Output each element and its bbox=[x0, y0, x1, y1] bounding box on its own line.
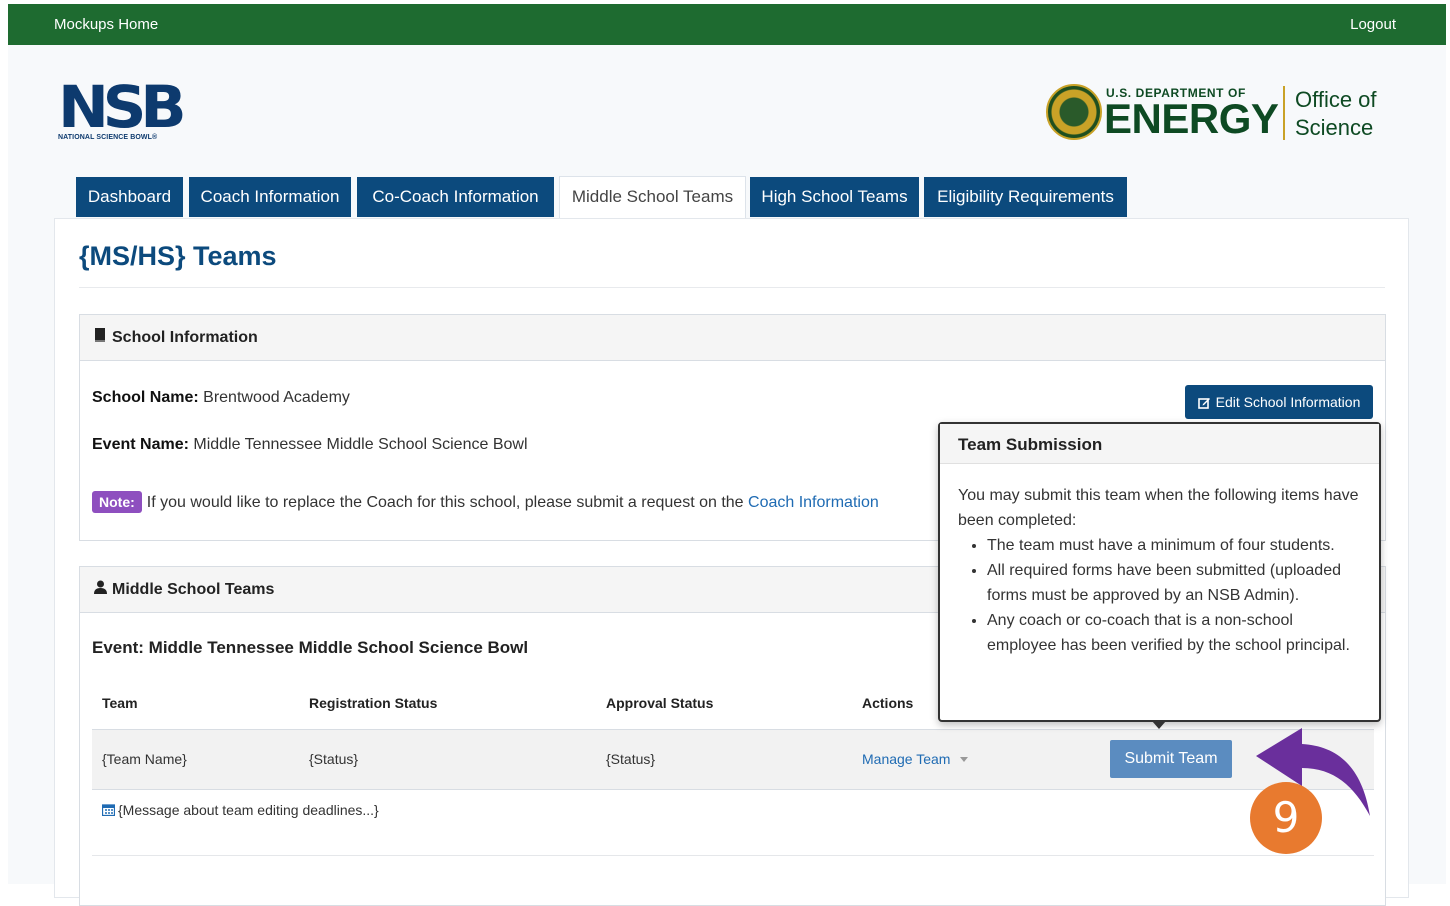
user-icon bbox=[94, 580, 108, 599]
list-item: All required forms have been submitted (… bbox=[987, 558, 1361, 608]
submit-team-button[interactable]: Submit Team bbox=[1110, 740, 1232, 778]
team-submission-popover-body: You may submit this team when the follow… bbox=[940, 464, 1379, 658]
mockups-home-link[interactable]: Mockups Home bbox=[54, 16, 158, 33]
note-badge: Note: bbox=[92, 491, 142, 513]
doe-office-line-2: Science bbox=[1295, 115, 1374, 140]
tab-co-coach-information[interactable]: Co-Coach Information bbox=[357, 177, 554, 217]
event-name-label: Event Name: bbox=[92, 436, 189, 453]
column-approval-status: Approval Status bbox=[596, 677, 852, 730]
manage-team-dropdown[interactable]: Manage Team bbox=[862, 751, 950, 767]
team-submission-popover-title: Team Submission bbox=[940, 424, 1379, 464]
popover-requirements-list: The team must have a minimum of four stu… bbox=[958, 533, 1361, 658]
teams-event-line: Event: Middle Tennessee Middle School Sc… bbox=[92, 638, 529, 657]
team-deadline-message: {Message about team editing deadlines...… bbox=[101, 802, 379, 819]
tab-middle-school-teams[interactable]: Middle School Teams bbox=[559, 176, 746, 218]
doe-logo-energy-text: ENERGY bbox=[1104, 95, 1279, 142]
coach-information-link[interactable]: Coach Information bbox=[748, 494, 879, 511]
note-text: If you would like to replace the Coach f… bbox=[146, 494, 744, 511]
doe-logo: U.S. DEPARTMENT OF ENERGY Office of Scie… bbox=[1046, 84, 1391, 146]
edit-icon bbox=[1197, 387, 1211, 421]
team-name-cell: {Team Name} bbox=[92, 729, 299, 790]
doe-logo-divider bbox=[1283, 86, 1285, 140]
doe-seal-icon bbox=[1046, 84, 1102, 140]
tab-coach-information[interactable]: Coach Information bbox=[189, 177, 351, 217]
title-divider bbox=[79, 287, 1385, 288]
tab-dashboard[interactable]: Dashboard bbox=[76, 177, 183, 217]
actions-cell: Manage Team bbox=[852, 729, 1100, 790]
calendar-icon bbox=[101, 803, 116, 819]
note-row: Note: If you would like to replace the Co… bbox=[92, 491, 879, 513]
popover-arrow bbox=[1152, 721, 1166, 729]
school-information-title: School Information bbox=[112, 329, 258, 346]
top-navbar: Mockups Home Logout bbox=[8, 4, 1446, 45]
list-item: The team must have a minimum of four stu… bbox=[987, 533, 1361, 558]
tab-high-school-teams[interactable]: High School Teams bbox=[750, 177, 919, 217]
school-name-value: Brentwood Academy bbox=[203, 389, 350, 406]
team-deadline-text: {Message about team editing deadlines...… bbox=[118, 802, 379, 818]
event-name-row: Event Name: Middle Tennessee Middle Scho… bbox=[92, 436, 528, 454]
team-submission-popover: Team Submission You may submit this team… bbox=[938, 422, 1381, 729]
page-title: {MS/HS} Teams bbox=[79, 241, 277, 271]
doe-office-line-1: Office of bbox=[1295, 87, 1377, 112]
school-information-header: School Information bbox=[80, 315, 1385, 361]
step-number-badge: 9 bbox=[1250, 782, 1322, 854]
table-row: {Team Name} {Status} {Status} Manage Tea… bbox=[92, 729, 1374, 790]
school-name-row: School Name: Brentwood Academy bbox=[92, 389, 350, 407]
book-icon bbox=[94, 328, 108, 347]
nsb-logo[interactable]: NSB NATIONAL SCIENCE BOWL® bbox=[58, 78, 187, 146]
event-name-value: Middle Tennessee Middle School Science B… bbox=[193, 436, 528, 453]
approval-status-cell: {Status} bbox=[596, 729, 852, 790]
list-item: Any coach or co-coach that is a non-scho… bbox=[987, 608, 1361, 658]
doe-logo-office-text: Office of Science bbox=[1295, 86, 1377, 142]
school-name-label: School Name: bbox=[92, 389, 199, 406]
logout-link[interactable]: Logout bbox=[1350, 16, 1396, 33]
middle-school-teams-title: Middle School Teams bbox=[112, 581, 275, 598]
edit-school-information-button[interactable]: Edit School Information bbox=[1185, 385, 1373, 419]
page: Mockups Home Logout NSB NATIONAL SCIENCE… bbox=[8, 4, 1446, 906]
message-divider bbox=[92, 855, 1374, 856]
registration-status-cell: {Status} bbox=[299, 729, 596, 790]
edit-school-information-label: Edit School Information bbox=[1215, 394, 1361, 410]
column-team: Team bbox=[92, 677, 299, 730]
nsb-logo-letters: NSB bbox=[58, 73, 187, 141]
column-registration-status: Registration Status bbox=[299, 677, 596, 730]
caret-down-icon[interactable] bbox=[960, 757, 969, 762]
popover-intro: You may submit this team when the follow… bbox=[958, 487, 1359, 529]
tab-eligibility-requirements[interactable]: Eligibility Requirements bbox=[924, 177, 1127, 217]
